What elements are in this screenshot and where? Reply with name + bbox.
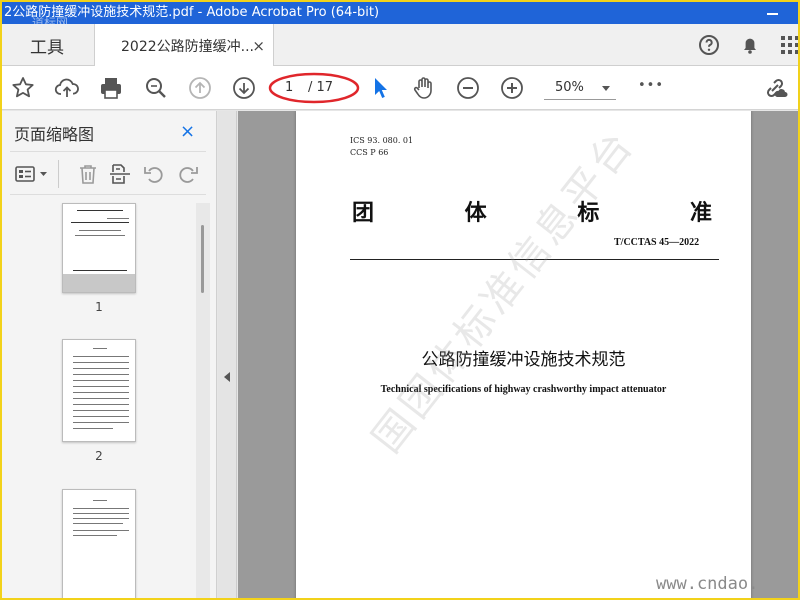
standard-heading-char: 准 bbox=[689, 201, 712, 226]
standard-code: T/CCTAS 45—2022 bbox=[614, 237, 700, 248]
main-toolbar: 1 / 17 50% ••• bbox=[2, 66, 798, 110]
toolbar-divider bbox=[58, 160, 59, 188]
tab-close-icon[interactable]: × bbox=[252, 37, 265, 55]
zoom-out-icon[interactable] bbox=[455, 75, 481, 101]
bell-icon[interactable] bbox=[738, 33, 762, 57]
share-link-icon[interactable] bbox=[762, 75, 788, 101]
panel-title: 页面缩略图 bbox=[14, 125, 95, 144]
hand-tool-icon[interactable] bbox=[411, 75, 437, 101]
page-thumbnail[interactable] bbox=[62, 339, 136, 442]
zoom-value: 50% bbox=[555, 80, 584, 95]
title-bar: 2公路防撞缓冲设施技术规范.pdf - Adobe Acrobat Pro (6… bbox=[2, 2, 798, 30]
zoom-in-icon[interactable] bbox=[499, 75, 525, 101]
page-thumbnail[interactable] bbox=[62, 203, 136, 293]
ics-code: ICS 93. 080. 01 CCS P 66 bbox=[350, 136, 414, 157]
thumbnail-label: 1 bbox=[95, 300, 103, 314]
page-watermark: 国团体标准信息平台 bbox=[363, 121, 644, 462]
tab-tools[interactable]: 工具 bbox=[2, 24, 92, 66]
next-page-icon[interactable] bbox=[231, 75, 257, 101]
site-watermark: www.cndao. bbox=[656, 574, 759, 594]
page-number-field[interactable]: 1 / 17 bbox=[268, 72, 360, 104]
panel-toolbar bbox=[10, 151, 206, 195]
tab-document[interactable]: 2022公路防撞缓冲... × bbox=[94, 24, 274, 67]
document-canvas[interactable]: ICS 93. 080. 01 CCS P 66 团 体 标 准 T/CCTAS… bbox=[238, 111, 798, 598]
scrollbar-thumb[interactable] bbox=[201, 225, 204, 293]
insert-page-icon[interactable] bbox=[108, 162, 132, 186]
tab-bar: 工具 2022公路防撞缓冲... × bbox=[2, 24, 800, 67]
document-title-english: Technical specifications of highway cras… bbox=[380, 384, 667, 395]
panel-collapse-handle[interactable] bbox=[218, 111, 237, 598]
standard-heading-char: 体 bbox=[464, 201, 487, 226]
panel-close-icon[interactable]: × bbox=[180, 121, 195, 142]
apps-grid-icon[interactable] bbox=[778, 33, 800, 57]
thumbnail-scrollbar[interactable] bbox=[196, 203, 210, 598]
thumbnail-label: 2 bbox=[95, 449, 103, 463]
select-cursor-icon[interactable] bbox=[368, 75, 394, 101]
zoom-select[interactable]: 50% bbox=[544, 76, 616, 100]
delete-page-icon[interactable] bbox=[76, 162, 100, 186]
page-total: / 17 bbox=[308, 80, 334, 95]
help-icon[interactable] bbox=[697, 33, 721, 57]
print-icon[interactable] bbox=[98, 75, 124, 101]
more-tools-icon[interactable]: ••• bbox=[638, 78, 664, 93]
document-title: 公路防撞缓冲设施技术规范 bbox=[421, 350, 626, 370]
cloud-upload-icon[interactable] bbox=[54, 75, 80, 101]
tab-document-label: 2022公路防撞缓冲... bbox=[121, 38, 254, 55]
minimize-icon[interactable] bbox=[766, 2, 780, 24]
thumbnails-panel: 页面缩略图 × 1 2 bbox=[2, 111, 217, 598]
pdf-page: ICS 93. 080. 01 CCS P 66 团 体 标 准 T/CCTAS… bbox=[296, 111, 751, 598]
rotate-counterclockwise-icon[interactable] bbox=[142, 162, 166, 186]
page-footer-band bbox=[63, 274, 135, 292]
thumbnail-options-icon[interactable] bbox=[14, 162, 50, 186]
bookmark-star-icon[interactable] bbox=[10, 75, 36, 101]
previous-page-icon[interactable] bbox=[187, 75, 213, 101]
rotate-clockwise-icon[interactable] bbox=[176, 162, 200, 186]
app-window: 2公路防撞缓冲设施技术规范.pdf - Adobe Acrobat Pro (6… bbox=[0, 0, 800, 600]
chevron-down-icon bbox=[602, 86, 610, 91]
page-current-input[interactable]: 1 bbox=[285, 80, 293, 95]
search-icon[interactable] bbox=[143, 75, 169, 101]
page-thumbnail[interactable] bbox=[62, 489, 136, 598]
standard-heading-char: 团 bbox=[352, 201, 375, 226]
